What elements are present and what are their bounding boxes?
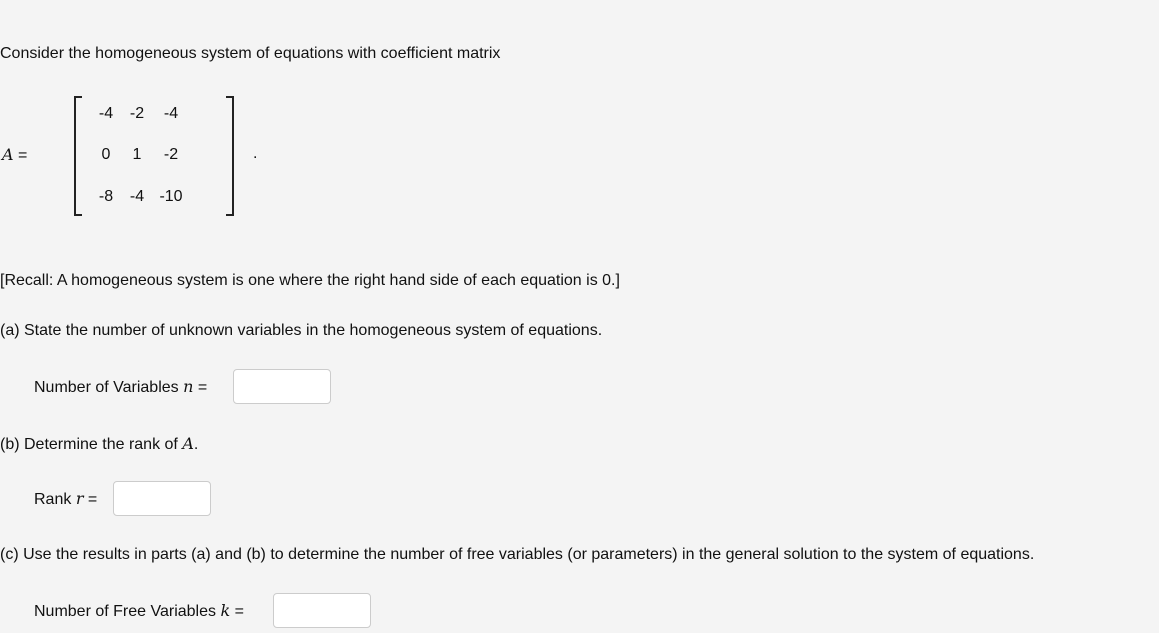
- matrix-name: A: [2, 145, 14, 164]
- var-k: k: [220, 601, 231, 620]
- intro-text: Consider the homogeneous system of equat…: [0, 45, 501, 62]
- part-a-question: (a) State the number of unknown variable…: [0, 322, 603, 339]
- number-of-variables-input[interactable]: [233, 369, 331, 404]
- part-b-question: (b) Determine the rank of A.: [0, 434, 199, 453]
- part-c-label: Number of Free Variables k =: [34, 601, 244, 620]
- matrix-cell: -2: [163, 146, 179, 163]
- matrix-cell: -4: [129, 188, 145, 205]
- free-variables-input[interactable]: [273, 593, 371, 628]
- var-n: n: [183, 377, 194, 396]
- matrix-cell: 1: [132, 146, 142, 163]
- part-b-label: Rank r =: [34, 489, 98, 508]
- matrix-equals: =: [18, 147, 28, 164]
- recall-note: [Recall: A homogeneous system is one whe…: [0, 272, 620, 289]
- part-c-question: (c) Use the results in parts (a) and (b)…: [0, 546, 1035, 563]
- matrix-cell: -10: [159, 188, 183, 205]
- right-bracket: [226, 96, 234, 216]
- matrix-period: .: [253, 145, 258, 162]
- matrix-cell: -8: [98, 188, 114, 205]
- var-A: A: [182, 434, 194, 453]
- part-a-label: Number of Variables n =: [34, 377, 208, 396]
- matrix-cell: 0: [101, 146, 111, 163]
- matrix-cell: -2: [129, 105, 145, 122]
- rank-input[interactable]: [113, 481, 211, 516]
- matrix-cell: -4: [98, 105, 114, 122]
- matrix-cell: -4: [163, 105, 179, 122]
- var-r: r: [75, 489, 84, 508]
- matrix-label: A =: [2, 145, 27, 165]
- left-bracket: [74, 96, 82, 216]
- coefficient-matrix: -4 -2 -4 0 1 -2 -8 -4 -10: [74, 96, 234, 216]
